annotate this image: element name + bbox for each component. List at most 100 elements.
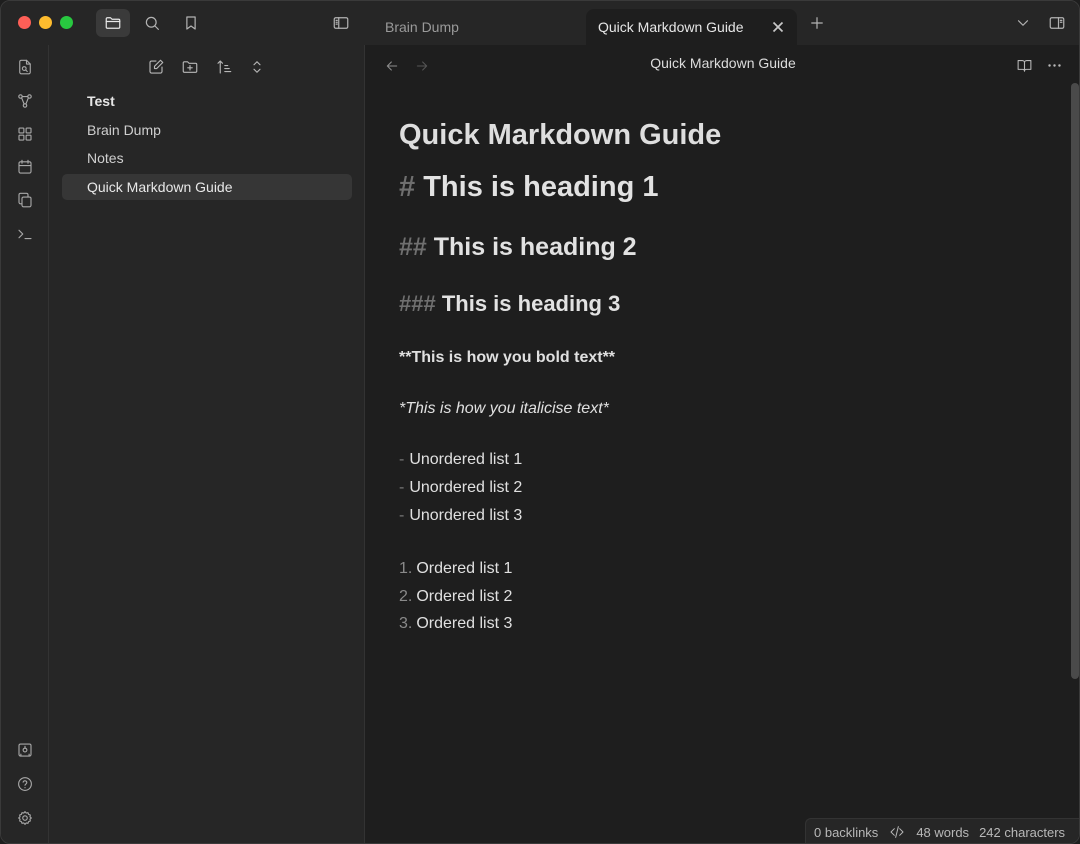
list-item-text: Ordered list 1 (416, 560, 513, 577)
list-bullet: - (399, 451, 405, 468)
heading-3[interactable]: ### This is heading 3 (399, 291, 620, 317)
ordered-list-item[interactable]: 1. Ordered list 1 (399, 560, 512, 578)
file-search-icon (19, 59, 31, 75)
daily-note-button[interactable] (13, 155, 37, 179)
app-window: Brain Dump Quick Markdown Guide Test Bra… (0, 0, 1080, 844)
tab-list-button[interactable] (1006, 9, 1040, 37)
chevrons-up-down-icon (253, 61, 261, 73)
chevron-down-icon (1017, 20, 1029, 26)
folder-icon (105, 17, 121, 29)
heading-1[interactable]: # This is heading 1 (399, 171, 658, 204)
sidebar-right-icon (1049, 17, 1065, 29)
toggle-right-sidebar-button[interactable] (1040, 9, 1074, 37)
file-explorer: Test Brain Dump Notes Quick Markdown Gui… (49, 45, 365, 843)
bookmarks-view-button[interactable] (174, 9, 208, 37)
ordered-list-item[interactable]: 3. Ordered list 3 (399, 615, 512, 633)
new-note-button[interactable] (143, 54, 169, 80)
heading-marker: ### (399, 291, 436, 316)
folder-plus-icon (182, 61, 198, 73)
heading-text: This is heading 3 (441, 291, 621, 316)
unordered-list-item[interactable]: - Unordered list 3 (399, 507, 522, 525)
close-icon (772, 21, 784, 33)
heading-text: This is heading 1 (423, 171, 659, 203)
canvas-button[interactable] (13, 122, 37, 146)
vault-folder-name[interactable]: Test (87, 93, 115, 109)
file-item-quick-markdown-guide[interactable]: Quick Markdown Guide (62, 174, 352, 200)
terminal-icon (18, 229, 32, 240)
dashboard-icon (18, 127, 32, 141)
editor-pane: Quick Markdown Guide Quick Markdown Guid… (365, 45, 1079, 843)
unordered-list-item[interactable]: - Unordered list 1 (399, 451, 522, 469)
new-folder-button[interactable] (177, 54, 203, 80)
collapse-all-button[interactable] (244, 54, 270, 80)
sidebar-left-icon (333, 17, 349, 29)
view-header-title[interactable]: Quick Markdown Guide (365, 55, 1079, 71)
list-bullet: - (399, 507, 405, 524)
calendar-icon (18, 159, 32, 174)
file-item-notes[interactable]: Notes (62, 145, 352, 171)
reading-view-button[interactable] (1012, 53, 1036, 77)
more-horizontal-icon (1047, 63, 1061, 67)
status-bar: 0 backlinks 48 words 242 characters (805, 818, 1079, 843)
gear-icon (18, 811, 32, 825)
heading-2[interactable]: ## This is heading 2 (399, 233, 637, 262)
list-item-text: Unordered list 2 (409, 479, 523, 496)
file-item-brain-dump[interactable]: Brain Dump (62, 117, 352, 143)
graph-view-button[interactable] (13, 89, 37, 113)
heading-marker: ## (399, 233, 427, 261)
list-number: 3. (399, 615, 413, 632)
search-view-button[interactable] (135, 9, 169, 37)
search-icon (145, 16, 159, 30)
list-item-text: Ordered list 3 (416, 615, 513, 632)
copy-icon (18, 192, 32, 208)
files-view-button[interactable] (96, 9, 130, 37)
minimize-window-button[interactable] (39, 16, 52, 29)
bookmark-icon (186, 16, 196, 30)
editor-scrollbar[interactable] (1071, 83, 1079, 679)
sort-icon (217, 60, 232, 74)
close-tab-button[interactable] (769, 18, 787, 36)
tab-label: Quick Markdown Guide (598, 19, 744, 35)
help-button[interactable] (13, 772, 37, 796)
bold-text-line[interactable]: **This is how you bold text** (399, 349, 615, 367)
note-title[interactable]: Quick Markdown Guide (399, 119, 721, 152)
close-window-button[interactable] (18, 16, 31, 29)
code-icon (890, 826, 904, 838)
character-count: 242 characters (979, 824, 1066, 840)
italic-text-line[interactable]: *This is how you italicise text* (399, 400, 609, 418)
quick-switcher-button[interactable] (13, 55, 37, 79)
templates-button[interactable] (13, 188, 37, 212)
tab-label: Brain Dump (385, 19, 459, 35)
list-item-text: Ordered list 2 (416, 588, 513, 605)
plus-icon (811, 17, 823, 29)
tab-quick-markdown-guide[interactable]: Quick Markdown Guide (586, 9, 797, 45)
backlinks-count[interactable]: 0 backlinks (814, 825, 878, 840)
edit-icon (149, 59, 164, 74)
settings-button[interactable] (13, 806, 37, 830)
source-mode-toggle[interactable] (888, 823, 906, 841)
ordered-list-item[interactable]: 2. Ordered list 2 (399, 588, 512, 606)
command-palette-button[interactable] (13, 222, 37, 246)
list-number: 2. (399, 588, 413, 605)
ribbon (1, 45, 49, 843)
graph-icon (18, 94, 32, 108)
unordered-list-item[interactable]: - Unordered list 2 (399, 479, 522, 497)
vault-icon (18, 743, 32, 757)
title-bar: Brain Dump Quick Markdown Guide (1, 1, 1079, 45)
book-open-icon (1017, 59, 1031, 72)
heading-marker: # (399, 171, 416, 203)
sort-order-button[interactable] (211, 54, 237, 80)
toggle-left-sidebar-button[interactable] (324, 9, 358, 37)
list-item-text: Unordered list 1 (409, 451, 523, 468)
list-item-text: Unordered list 3 (409, 507, 523, 524)
open-vault-button[interactable] (13, 738, 37, 762)
list-number: 1. (399, 560, 413, 577)
zoom-window-button[interactable] (60, 16, 73, 29)
new-tab-button[interactable] (800, 9, 834, 37)
more-options-button[interactable] (1042, 53, 1066, 77)
heading-text: This is heading 2 (433, 233, 637, 261)
help-icon (18, 777, 32, 791)
word-count: 48 words (916, 824, 970, 840)
list-bullet: - (399, 479, 405, 496)
tab-brain-dump[interactable]: Brain Dump (373, 9, 583, 45)
